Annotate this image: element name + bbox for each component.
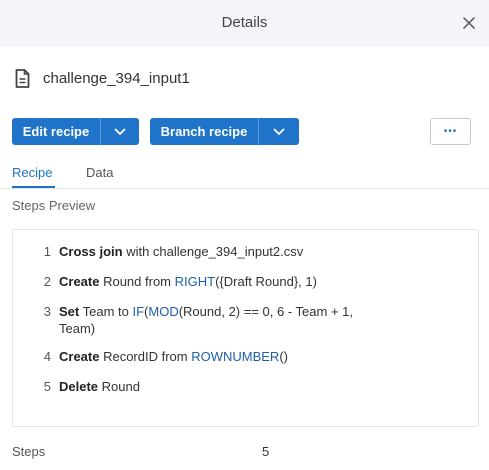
step-fragment: ({Draft Round}, 1): [215, 274, 317, 289]
more-horizontal-icon: •••: [443, 126, 458, 137]
step-keyword: Delete: [59, 379, 99, 394]
steps-preview-label: Steps Preview: [12, 198, 96, 213]
step-function: RIGHT: [174, 274, 216, 289]
tab-data[interactable]: Data: [86, 165, 113, 180]
step-number: 4: [43, 349, 51, 364]
step-text: Create Round from RIGHT({Draft Round}, 1…: [59, 273, 379, 290]
file-name: challenge_394_input1: [43, 69, 190, 87]
step-fragment: Team to: [79, 304, 133, 319]
step-keyword: Create: [59, 349, 100, 364]
step-number: 2: [43, 274, 51, 289]
step-number: 1: [43, 244, 51, 259]
edit-recipe-button[interactable]: Edit recipe: [12, 118, 100, 145]
tab-bar: Recipe Data: [0, 160, 489, 189]
step-number: 5: [43, 379, 51, 394]
edit-recipe-group: Edit recipe: [12, 118, 139, 145]
more-options-button[interactable]: •••: [430, 118, 471, 145]
step-fragment: with challenge_394_input2.csv: [122, 244, 304, 259]
chevron-down-icon: [273, 128, 285, 135]
step-function: IF: [132, 304, 145, 319]
step-keyword: Create: [59, 274, 100, 289]
step-fragment: Round: [98, 379, 140, 394]
file-title-row: challenge_394_input1: [15, 66, 190, 90]
branch-recipe-menu-button[interactable]: [258, 118, 299, 145]
step-text: Set Team to IF(MOD(Round, 2) == 0, 6 - T…: [59, 303, 379, 337]
branch-recipe-button[interactable]: Branch recipe: [150, 118, 258, 145]
edit-recipe-menu-button[interactable]: [100, 118, 139, 145]
steps-preview-box: 1 Cross join with challenge_394_input2.c…: [12, 229, 479, 427]
step-number: 3: [43, 304, 51, 319]
step-keyword: Cross join: [59, 244, 123, 259]
file-text-icon: [15, 68, 30, 88]
close-icon: [463, 17, 475, 29]
step-function: ROWNUMBER: [191, 349, 280, 364]
step-function: MOD: [148, 304, 179, 319]
close-button[interactable]: [459, 13, 479, 33]
active-tab-indicator: [12, 186, 55, 188]
step-text: Delete Round: [59, 378, 379, 395]
step-keyword: Set: [59, 304, 80, 319]
panel-title: Details: [221, 14, 268, 31]
steps-count-value: 5: [262, 444, 270, 459]
step-fragment: (): [279, 349, 288, 364]
step-fragment: Round from: [99, 274, 175, 289]
steps-count-label: Steps: [12, 444, 46, 459]
step-text: Cross join with challenge_394_input2.csv: [59, 243, 379, 260]
step-text: Create RecordID from ROWNUMBER(): [59, 348, 379, 365]
branch-recipe-group: Branch recipe: [150, 118, 299, 145]
panel-header: Details: [0, 0, 489, 47]
step-fragment: RecordID from: [99, 349, 192, 364]
chevron-down-icon: [114, 128, 126, 135]
tab-recipe[interactable]: Recipe: [12, 165, 52, 180]
